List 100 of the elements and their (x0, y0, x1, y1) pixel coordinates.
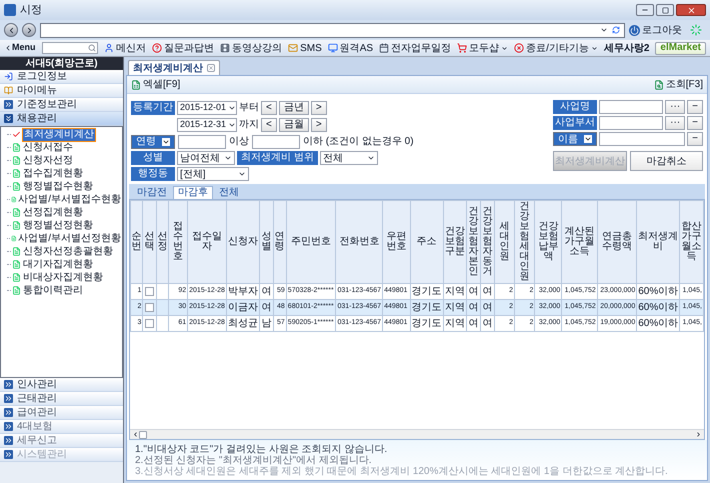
toolbar-button[interactable]: 메신저 (104, 40, 146, 56)
row-checkbox[interactable] (145, 319, 154, 328)
query-button[interactable]: 조회[F3] (654, 77, 703, 92)
action-button[interactable]: 마감취소 (630, 151, 703, 171)
column-header: 접수번호 (168, 200, 188, 284)
tree-item[interactable]: 비대상자집계현황 (22, 272, 104, 284)
name-dropdown[interactable]: 이름 (553, 132, 597, 146)
this-year-button[interactable]: 금년 (278, 100, 309, 114)
dropdown-icon (366, 154, 375, 162)
tree-item[interactable]: 행정별선정현황 (22, 220, 94, 232)
sub-tab[interactable]: 마감전 (133, 186, 171, 199)
tree-item[interactable]: 신청서접수 (22, 142, 74, 154)
toolbar-button[interactable]: 종료/기타기능 (514, 40, 598, 56)
sub-tab[interactable]: 마감후 (173, 186, 213, 199)
minimize-button[interactable] (636, 4, 654, 16)
business-name-field[interactable] (599, 100, 664, 114)
range-select[interactable]: 전체 (320, 151, 378, 165)
caret-icon (501, 44, 508, 52)
sidebar-item[interactable]: 근태관리 (0, 392, 123, 406)
tree-item[interactable]: 접수집계현황 (22, 168, 84, 180)
expand-icon (4, 114, 13, 123)
toolbar-button[interactable]: SMS (288, 40, 322, 56)
close-circle-icon (514, 43, 524, 53)
column-header: 신청자 (226, 200, 260, 284)
page-icon (12, 286, 21, 295)
lookup-button[interactable]: ··· (665, 116, 686, 130)
search-icon (88, 44, 96, 52)
horizontal-scrollbar[interactable] (130, 429, 704, 439)
toolbar-button[interactable]: 모두샵 (457, 40, 508, 56)
market-button[interactable]: elMarket (655, 42, 706, 54)
column-header: 주소 (410, 200, 444, 284)
min-suffix: 이상 (229, 135, 249, 149)
expand-icon (4, 380, 13, 389)
clear-button[interactable]: − (687, 132, 703, 146)
close-button[interactable] (676, 4, 706, 16)
maximize-button[interactable] (656, 4, 674, 16)
next-year-button[interactable]: > (310, 100, 327, 114)
menu-label: Menu (4, 41, 36, 55)
logout-button[interactable]: 로그아웃 (629, 22, 682, 38)
tree-item[interactable]: 신청자선정 (22, 154, 74, 166)
column-header: 건강보험구분 (443, 200, 467, 284)
next-month-button[interactable]: > (310, 118, 327, 132)
age-dropdown[interactable]: 연령 (131, 134, 175, 148)
sidebar-item[interactable]: 급여관리 (0, 406, 123, 420)
age-min-field[interactable] (178, 134, 226, 148)
column-header: 연령 (273, 200, 286, 284)
sidebar-item[interactable]: 기준정보관리 (0, 98, 123, 112)
column-header: 세대인원 (494, 200, 515, 284)
tree-item[interactable]: 선정집계현황 (22, 206, 84, 218)
this-month-button[interactable]: 금월 (278, 118, 309, 132)
toolbar-button[interactable]: 동영상강의 (220, 40, 282, 56)
column-header: 선택 (142, 200, 156, 284)
sidebar-item[interactable]: 4대보험 (0, 420, 123, 434)
previous-month-button[interactable]: < (261, 118, 277, 132)
document-tab[interactable]: 최저생계비계산 (128, 60, 220, 75)
sidebar-item[interactable]: 인사관리 (0, 378, 123, 392)
help-icon (152, 43, 162, 53)
app-icon (4, 4, 16, 16)
maximize-icon (662, 6, 668, 14)
expand-icon (4, 436, 13, 445)
tree-item[interactable]: 최저생계비계산 (22, 128, 96, 142)
toolbar-button[interactable]: 원격AS (328, 40, 374, 56)
district-select[interactable]: [전체] (177, 167, 249, 181)
age-max-field[interactable] (252, 134, 300, 148)
sub-tab[interactable]: 전체 (215, 186, 243, 199)
sidebar-item[interactable]: 채용관리 (0, 112, 123, 126)
tree-item[interactable]: 사업별/부서별선정현황 (17, 232, 122, 244)
excel-button[interactable]: 엑셀[F9] (131, 77, 180, 92)
back-button[interactable] (4, 23, 18, 37)
tree-item[interactable]: 사업별/부서별접수현황 (17, 194, 122, 206)
start-date-field[interactable]: 2015-12-01 (177, 100, 237, 114)
clear-button[interactable]: − (687, 100, 703, 114)
toolbar-button[interactable]: 질문과답변 (152, 40, 214, 56)
department-field[interactable] (599, 116, 664, 130)
dropdown-icon (162, 138, 170, 146)
tree-item[interactable]: 행정별접수현황 (22, 180, 94, 192)
scroll-thumb[interactable] (139, 430, 147, 438)
sidebar-item[interactable]: 세무신고 (0, 434, 123, 448)
tree-item[interactable]: 대기자집계현황 (22, 258, 94, 270)
tree-item[interactable]: 통합이력관리 (22, 284, 84, 296)
sidebar-item[interactable]: 마이메뉴 (0, 84, 123, 98)
menu-search-field[interactable] (42, 42, 98, 54)
login-icon (4, 72, 13, 81)
name-field[interactable] (599, 132, 686, 146)
forward-button[interactable] (22, 23, 36, 37)
gender-select[interactable]: 남여전체 (177, 151, 235, 165)
end-date-field[interactable]: 2015-12-31 (177, 118, 237, 132)
address-field[interactable] (40, 22, 625, 38)
period-label: 등록기간 (131, 100, 175, 114)
lookup-button[interactable]: ··· (665, 100, 686, 114)
column-header: 계산된가구월소득 (562, 200, 598, 284)
sidebar-item[interactable]: 로그인정보 (0, 70, 123, 84)
row-checkbox[interactable] (145, 303, 154, 312)
tree-item[interactable]: 신청자선정총괄현황 (22, 246, 114, 258)
toolbar-button[interactable]: 전자업무일정 (379, 40, 452, 56)
cart-icon (457, 43, 468, 53)
close-icon (686, 6, 696, 14)
clear-button[interactable]: − (687, 116, 703, 130)
row-checkbox[interactable] (145, 287, 154, 296)
previous-year-button[interactable]: < (261, 100, 277, 114)
